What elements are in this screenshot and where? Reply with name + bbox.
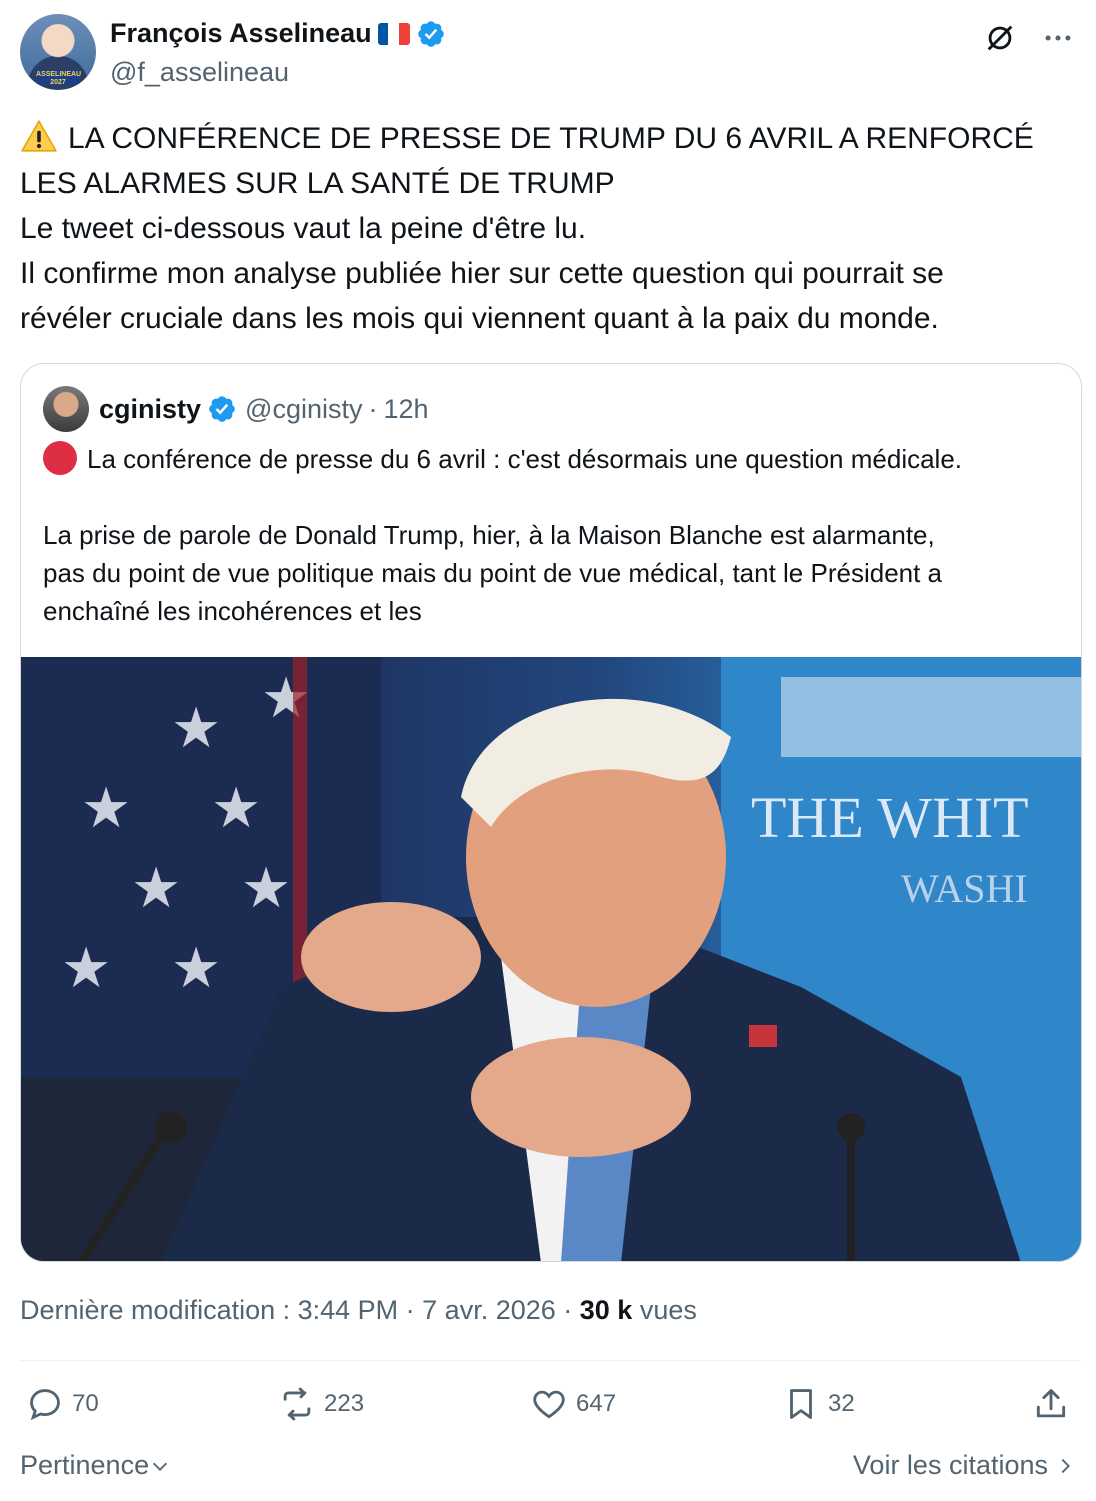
- author-avatar[interactable]: ASSELINEAU 2027: [20, 14, 96, 90]
- photo-illustration: ★ ★ ★ ★ ★ ★ ★ ★ THE WHIT WASHI: [21, 657, 1081, 1261]
- share-button[interactable]: [1032, 1385, 1070, 1423]
- bookmark-icon: [790, 1389, 812, 1419]
- quoted-line-1: La conférence de presse du 6 avril : c'e…: [43, 440, 1063, 478]
- svg-text:★: ★: [81, 776, 131, 841]
- red-circle-icon: [43, 441, 77, 475]
- view-quotes-link[interactable]: Voir les citations: [853, 1450, 1076, 1481]
- quoted-line-2: La prise de parole de Donald Trump, hier…: [43, 520, 935, 550]
- reply-count: 70: [72, 1390, 99, 1417]
- like-button[interactable]: 647: [530, 1385, 616, 1423]
- author-handle[interactable]: @f_asselineau: [110, 57, 446, 88]
- verified-badge-icon: [209, 396, 235, 422]
- author-info: François Asselineau @f_asselineau: [110, 18, 446, 88]
- quoted-line-1-text: La conférence de presse du 6 avril : c'e…: [87, 444, 963, 474]
- views-label: vues: [632, 1295, 697, 1325]
- tweet-line-2: LES ALARMES SUR LA SANTÉ DE TRUMP: [20, 167, 615, 200]
- svg-text:★: ★: [241, 856, 291, 921]
- reply-button[interactable]: 70: [26, 1385, 99, 1423]
- bookmark-button[interactable]: 32: [782, 1385, 855, 1423]
- tweet-line-1-text: LA CONFÉRENCE DE PRESSE DE TRUMP DU 6 AV…: [68, 122, 1034, 155]
- quoted-author-avatar: [43, 386, 89, 432]
- header-actions: [982, 20, 1076, 56]
- like-count: 647: [576, 1390, 617, 1417]
- svg-text:THE WHIT: THE WHIT: [751, 785, 1029, 850]
- quoted-author-name: cginisty: [99, 393, 202, 424]
- share-icon: [1036, 1389, 1066, 1418]
- view-quotes-label: Voir les citations: [852, 1450, 1048, 1480]
- tweet-text: LA CONFÉRENCE DE PRESSE DE TRUMP DU 6 AV…: [20, 116, 1076, 341]
- svg-text:★: ★: [211, 776, 261, 841]
- quoted-tweet-header: cginisty @cginisty · 12h: [43, 386, 429, 432]
- grok-icon[interactable]: [982, 20, 1018, 56]
- reply-icon: [30, 1389, 60, 1421]
- repost-button[interactable]: 223: [278, 1385, 364, 1423]
- divider: [20, 1360, 1082, 1361]
- quoted-tweet-time: 12h: [383, 393, 429, 424]
- tweet-header: ASSELINEAU 2027 François Asselineau @f_a…: [20, 14, 1076, 94]
- author-name[interactable]: François Asselineau: [110, 18, 372, 49]
- quoted-line-3: pas du point de vue politique mais du po…: [43, 558, 943, 588]
- quoted-tweet-text: La conférence de presse du 6 avril : c'e…: [43, 440, 1063, 630]
- tweet-action-bar: 70 223 647 32: [26, 1385, 1076, 1431]
- tweet-line-1: LA CONFÉRENCE DE PRESSE DE TRUMP DU 6 AV…: [20, 116, 1076, 161]
- quoted-tweet-photo[interactable]: ★ ★ ★ ★ ★ ★ ★ ★ THE WHIT WASHI: [21, 657, 1081, 1261]
- verified-badge-icon: [417, 20, 444, 47]
- sort-dropdown[interactable]: Pertinence: [20, 1450, 171, 1481]
- svg-text:★: ★: [171, 696, 221, 761]
- heart-icon: [533, 1390, 565, 1419]
- svg-text:★: ★: [171, 936, 221, 1001]
- french-flag-icon: [377, 22, 410, 45]
- sort-label: Pertinence: [20, 1450, 150, 1480]
- edited-timestamp[interactable]: Dernière modification : 3:44 PM · 7 avr.…: [20, 1295, 580, 1325]
- quoted-tweet-card[interactable]: cginisty @cginisty · 12h La conférence d…: [20, 363, 1082, 1262]
- repost-icon: [283, 1387, 311, 1421]
- warning-icon: [21, 120, 57, 152]
- chevron-right-icon: [1061, 1458, 1070, 1473]
- chevron-down-icon: [153, 1462, 168, 1471]
- tweet-line-5: révéler cruciale dans les mois qui vienn…: [20, 302, 939, 335]
- bookmark-count: 32: [828, 1390, 855, 1417]
- svg-text:WASHI: WASHI: [901, 866, 1028, 911]
- tweet-line-3: Le tweet ci-dessous vaut la peine d'être…: [20, 212, 587, 245]
- quoted-author-handle: @cginisty: [245, 393, 363, 424]
- tweet-meta: Dernière modification : 3:44 PM · 7 avr.…: [20, 1295, 697, 1326]
- quoted-line-4: enchaîné les incohérences et les: [43, 596, 422, 626]
- repost-count: 223: [324, 1390, 365, 1417]
- separator-dot: ·: [368, 393, 378, 424]
- svg-text:★: ★: [131, 856, 181, 921]
- view-count: 30 k: [579, 1295, 633, 1325]
- tweet-line-4: Il confirme mon analyse publiée hier sur…: [20, 257, 944, 290]
- more-options-icon[interactable]: [1040, 20, 1076, 56]
- svg-text:★: ★: [61, 936, 111, 1001]
- avatar-badge: ASSELINEAU 2027: [36, 70, 82, 86]
